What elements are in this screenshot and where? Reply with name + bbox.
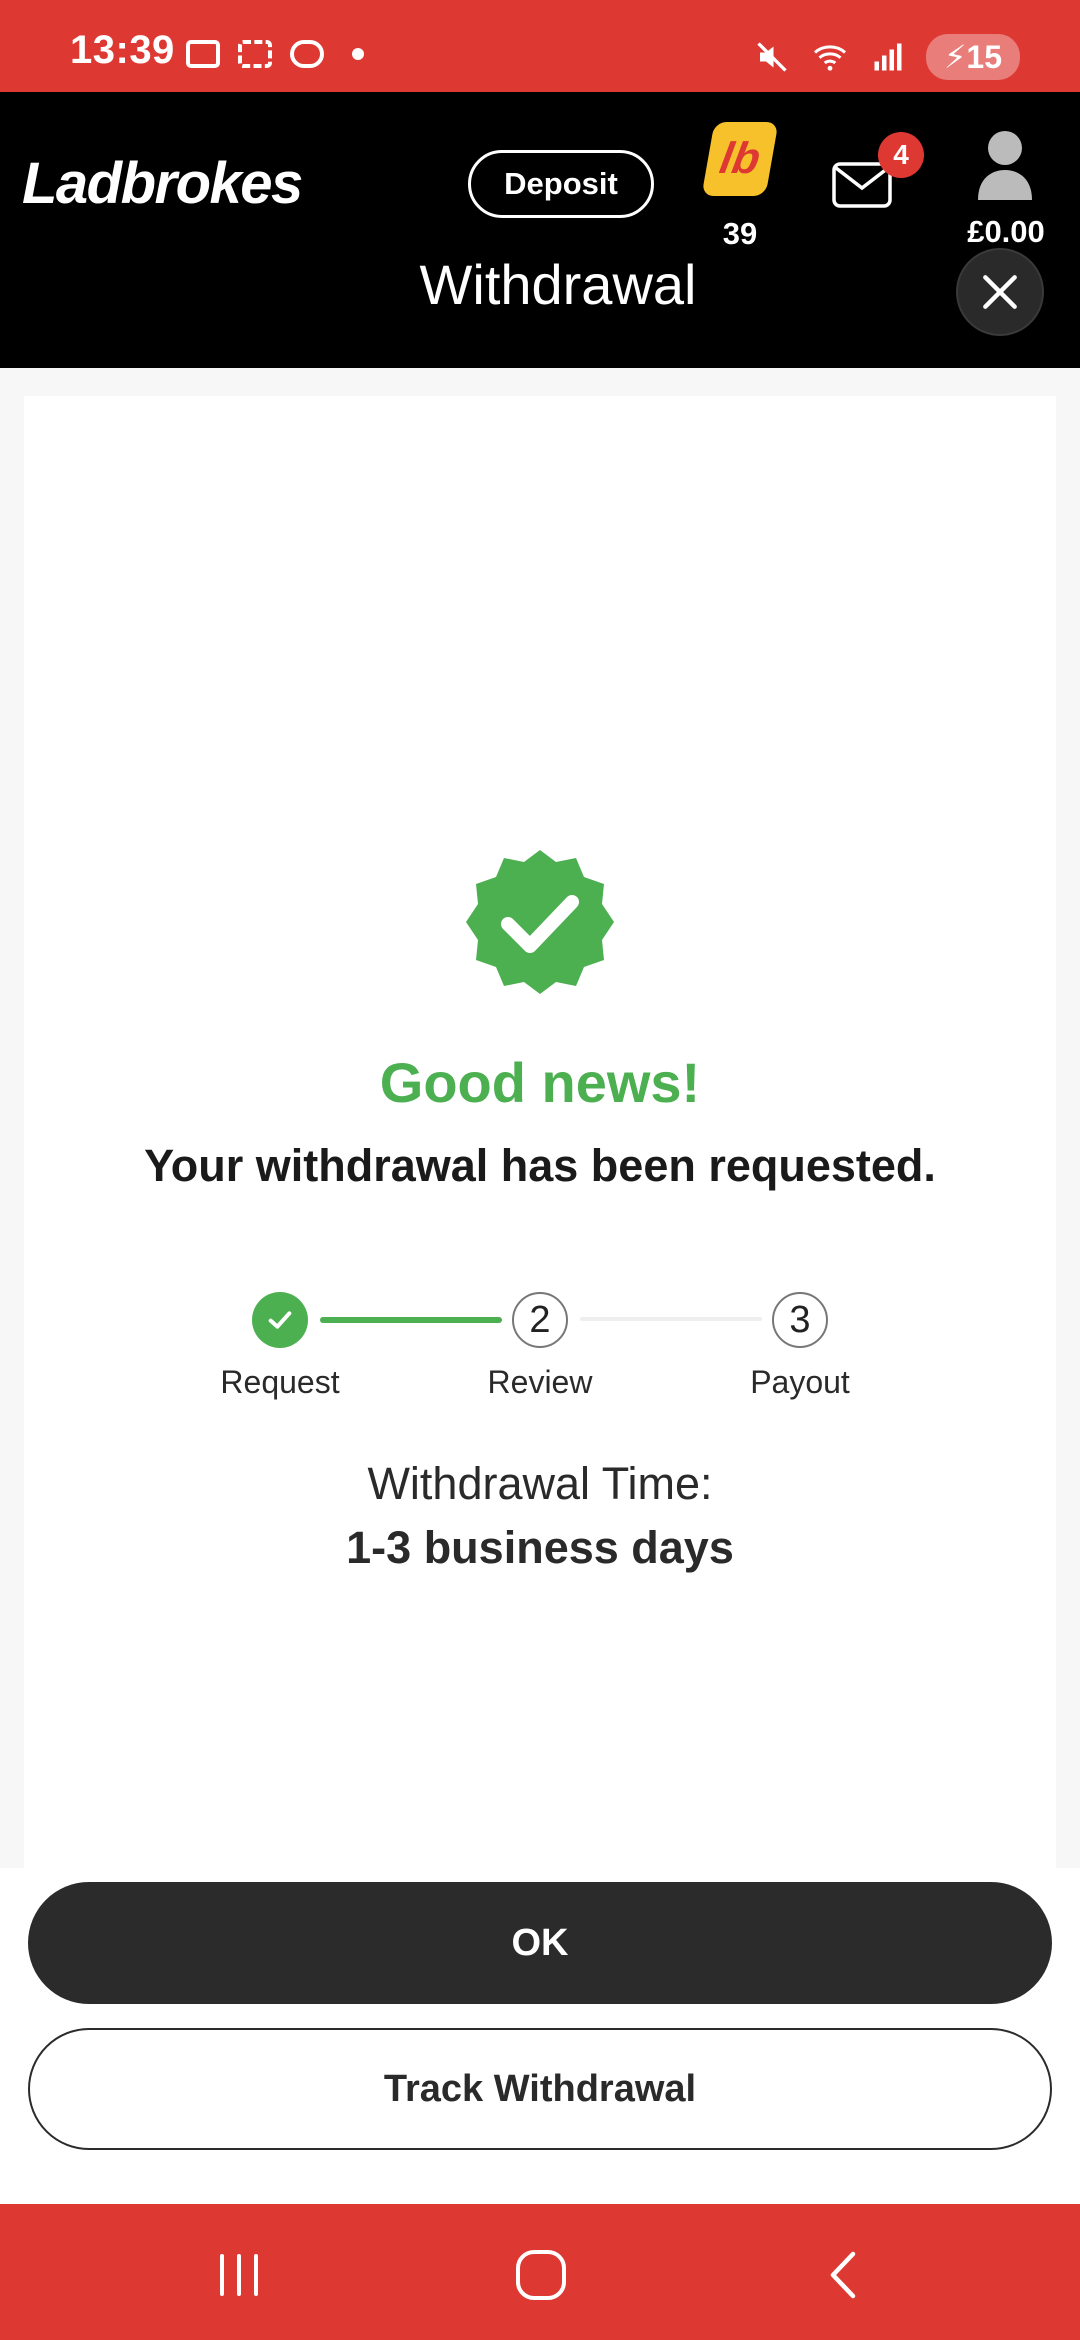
account-balance[interactable]: £0.00 bbox=[944, 214, 1068, 250]
battery-icon: ⚡15 bbox=[925, 34, 1020, 80]
status-notifications bbox=[186, 40, 364, 68]
app-header: Ladbrokes Deposit lb 39 4 £0.00 Withdraw… bbox=[0, 92, 1080, 368]
deposit-button[interactable]: Deposit bbox=[468, 150, 654, 218]
status-time: 13:39 bbox=[70, 28, 175, 72]
step-request-indicator bbox=[252, 1292, 308, 1348]
success-headline: Good news! bbox=[379, 1051, 701, 1114]
ok-button[interactable]: OK bbox=[28, 1882, 1052, 2004]
status-bar: 13:39 ⚡15 bbox=[0, 0, 1080, 92]
withdrawal-time-label: Withdrawal Time: bbox=[367, 1458, 713, 1509]
close-button[interactable] bbox=[956, 248, 1044, 336]
close-icon bbox=[983, 275, 1017, 309]
step-request-label: Request bbox=[220, 1364, 340, 1400]
loyalty-icon[interactable]: lb bbox=[701, 122, 779, 196]
withdrawal-time-value: 1-3 business days bbox=[346, 1522, 734, 1573]
check-icon bbox=[268, 1311, 292, 1329]
step-payout-label: Payout bbox=[750, 1364, 850, 1400]
recent-apps-button[interactable] bbox=[204, 2240, 274, 2310]
brand-logo[interactable]: Ladbrokes bbox=[22, 150, 303, 217]
step-payout-indicator: 3 bbox=[772, 1292, 828, 1348]
sd-card-icon bbox=[186, 40, 220, 68]
withdrawal-confirmation-card: Good news! Your withdrawal has been requ… bbox=[24, 396, 1056, 1868]
home-button[interactable] bbox=[506, 2240, 576, 2310]
recent-apps-icon bbox=[220, 2254, 258, 2296]
step-review-indicator: 2 bbox=[512, 1292, 568, 1348]
more-notifications-icon bbox=[352, 48, 364, 60]
step-review-label: Review bbox=[487, 1364, 593, 1400]
mute-icon bbox=[757, 42, 787, 72]
status-right: ⚡15 bbox=[754, 34, 1020, 80]
battery-level: 15 bbox=[966, 39, 1002, 75]
track-withdrawal-button[interactable]: Track Withdrawal bbox=[28, 2028, 1052, 2150]
step-connector-pending bbox=[580, 1317, 762, 1321]
wifi-icon bbox=[813, 45, 846, 71]
back-icon bbox=[830, 2251, 856, 2299]
success-message: Your withdrawal has been requested. bbox=[144, 1140, 936, 1191]
step-connector-complete bbox=[320, 1317, 502, 1323]
app-notification-icon bbox=[290, 40, 324, 68]
account-icon[interactable] bbox=[974, 128, 1036, 202]
system-nav-bar bbox=[0, 2204, 1080, 2340]
screenshot-icon bbox=[238, 40, 272, 68]
home-icon bbox=[516, 2250, 566, 2300]
signal-icon bbox=[874, 43, 902, 71]
page-title: Withdrawal bbox=[419, 253, 697, 316]
loyalty-count: 39 bbox=[722, 216, 758, 251]
verified-check-icon bbox=[466, 850, 614, 994]
back-button[interactable] bbox=[808, 2240, 878, 2310]
messages-badge: 4 bbox=[878, 132, 924, 178]
